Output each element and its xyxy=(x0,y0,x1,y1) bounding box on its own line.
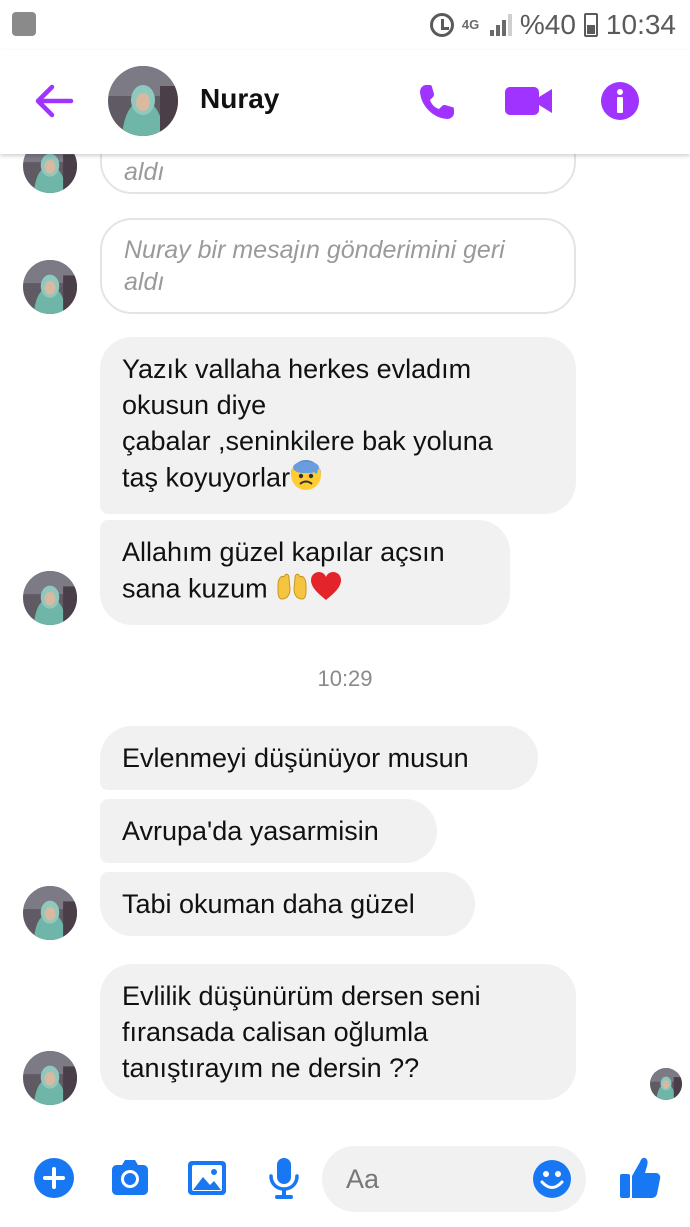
message-bubble[interactable]: Evlilik düşünürüm dersen seni fıransada … xyxy=(100,964,576,1100)
anxious-sweat-emoji-icon xyxy=(290,459,322,500)
clock: 10:34 xyxy=(605,9,676,40)
seen-receipt-avatar xyxy=(650,1068,682,1100)
message-composer xyxy=(0,1134,690,1227)
message-list[interactable]: aldı Nuray bir mesajın gönderimini geri … xyxy=(0,154,690,1134)
sender-avatar xyxy=(23,1051,77,1105)
removed-message-bubble[interactable]: aldı xyxy=(100,154,576,194)
phone-call-icon[interactable] xyxy=(417,82,457,122)
message-timestamp: 10:29 xyxy=(317,666,373,691)
plus-icon[interactable] xyxy=(32,1156,76,1200)
open-hands-emoji-icon xyxy=(275,571,309,610)
removed-message-bubble[interactable]: Nuray bir mesajın gönderimini geri aldı xyxy=(100,218,576,314)
thumbs-up-like-icon[interactable] xyxy=(618,1154,662,1200)
contact-name[interactable]: Nuray xyxy=(200,83,279,115)
camera-icon[interactable] xyxy=(108,1156,152,1200)
sender-avatar xyxy=(23,571,77,625)
sender-avatar xyxy=(23,154,77,193)
sender-avatar xyxy=(23,260,77,314)
alarm-icon xyxy=(429,13,454,37)
gallery-image-icon[interactable] xyxy=(185,1156,229,1200)
battery-percent: %40 xyxy=(519,9,576,40)
signal-icon xyxy=(489,14,512,36)
network-type: 4G xyxy=(461,17,480,32)
wifi-icon xyxy=(12,12,36,36)
battery-icon xyxy=(583,13,598,37)
emoji-smiley-icon[interactable] xyxy=(532,1159,572,1199)
back-arrow-icon[interactable] xyxy=(34,83,74,119)
status-bar: 4G %40 10:34 xyxy=(0,0,690,50)
info-icon[interactable] xyxy=(600,81,640,121)
red-heart-emoji-icon xyxy=(309,570,343,611)
message-bubble[interactable]: Avrupa'da yasarmisin xyxy=(100,799,437,863)
message-bubble[interactable]: Yazık vallaha herkes evladım okusun diye… xyxy=(100,337,576,514)
message-bubble[interactable]: Evlenmeyi düşünüyor musun xyxy=(100,726,538,790)
microphone-icon[interactable] xyxy=(262,1156,306,1200)
chat-header: Nuray xyxy=(0,50,690,154)
video-call-icon[interactable] xyxy=(505,85,553,117)
sender-avatar xyxy=(23,886,77,940)
message-bubble[interactable]: Allahım güzel kapılar açsın sana kuzum xyxy=(100,520,510,625)
contact-avatar[interactable] xyxy=(108,66,178,136)
message-bubble[interactable]: Tabi okuman daha güzel xyxy=(100,872,475,936)
